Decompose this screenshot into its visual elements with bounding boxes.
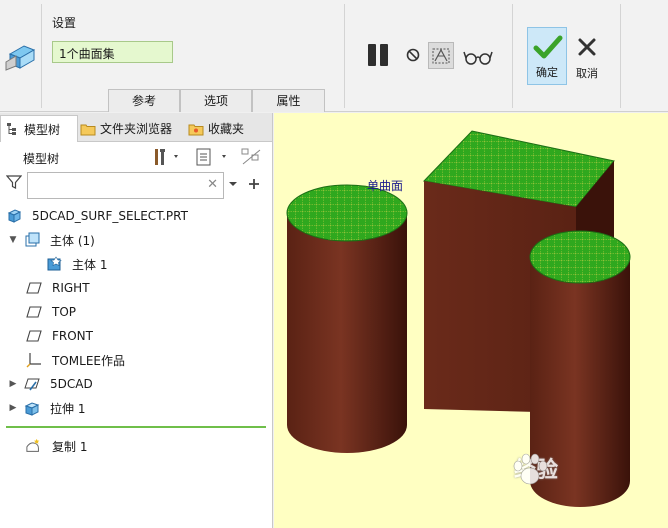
tree-item-right-plane[interactable]: RIGHT (26, 277, 90, 299)
tree-item-part[interactable]: 5DCAD_SURF_SELECT.PRT (6, 205, 188, 227)
part-icon (6, 208, 22, 224)
sketch-icon (24, 376, 40, 392)
cancel-label: 取消 (576, 67, 598, 80)
show-dropdown[interactable] (194, 147, 230, 167)
feature-preview-button[interactable] (462, 46, 494, 68)
checkmark-icon (533, 35, 563, 59)
tab-favorites[interactable]: 收藏夹 (188, 115, 268, 142)
watermark: 经验 (510, 452, 558, 485)
tree-item-label: 拉伸 1 (50, 401, 86, 416)
expand-arrow-icon[interactable]: ▶ (8, 403, 18, 413)
feature-dashboard: 设置 1个曲面集 参考 选项 属性 确定 取消 (0, 0, 668, 112)
graphics-window[interactable]: 单曲面 经验 (274, 113, 668, 528)
expand-arrow-icon[interactable]: ▼ (8, 235, 18, 245)
favorites-folder-icon (188, 122, 204, 136)
close-icon (578, 38, 596, 56)
folder-icon (80, 122, 96, 136)
body-folder-icon (24, 232, 40, 248)
model-tree-header: 模型树 (23, 152, 60, 166)
cancel-button[interactable]: 取消 (569, 27, 605, 85)
tree-item-top-plane[interactable]: TOP (26, 301, 76, 323)
ok-label: 确定 (536, 66, 558, 79)
tree-item-front-plane[interactable]: FRONT (26, 325, 93, 347)
tree-item-label: 主体 (1) (50, 233, 95, 248)
add-filter-button[interactable] (247, 177, 261, 191)
model-tree-search: ✕ (27, 172, 224, 199)
datum-plane-icon (26, 328, 42, 344)
navigator-tabs: 模型树 文件夹浏览器 收藏夹 (0, 113, 272, 142)
insert-indicator[interactable] (6, 426, 266, 428)
app-window: 设置 1个曲面集 参考 选项 属性 确定 取消 模型树 文件夹浏览器 收藏夹 模… (0, 0, 668, 528)
copy-surface-icon (26, 438, 42, 454)
tools-icon (155, 149, 178, 165)
tree-item-body-1[interactable]: 主体 1 (46, 253, 107, 275)
navigator-panel: 模型树 文件夹浏览器 收藏夹 模型树 ✕ 5DCAD_SURF_SELECT.P… (0, 113, 273, 528)
tree-item-label: RIGHT (52, 281, 90, 295)
divider (512, 4, 513, 108)
tab-model-tree[interactable]: 模型树 (0, 115, 78, 142)
model-viewport[interactable] (274, 113, 668, 528)
ok-button[interactable]: 确定 (527, 27, 567, 85)
highlight-toggle[interactable] (240, 147, 262, 167)
tab-options[interactable]: 选项 (180, 89, 252, 112)
plus-icon (249, 179, 259, 189)
tree-item-label: TOMLEE作品 (52, 353, 125, 368)
extrude-icon (24, 400, 40, 416)
single-surface-label: 单曲面 (367, 179, 404, 193)
model-tree-icon (6, 122, 20, 136)
left-cylinder-solid[interactable] (286, 184, 408, 453)
tab-properties[interactable]: 属性 (252, 89, 325, 112)
tab-model-tree-label: 模型树 (24, 122, 61, 137)
tree-item-sketch[interactable]: ▶ 5DCAD (8, 373, 93, 395)
tree-item-label: 主体 1 (72, 257, 108, 272)
datum-plane-icon (26, 304, 42, 320)
no-preview-icon (406, 48, 420, 62)
tab-folder-browser[interactable]: 文件夹浏览器 (80, 115, 184, 142)
tree-item-coord-system[interactable]: TOMLEE作品 (26, 349, 125, 371)
divider (41, 4, 42, 108)
tree-item-bodies[interactable]: ▼ 主体 (1) (8, 229, 95, 251)
tree-item-extrude[interactable]: ▶ 拉伸 1 (8, 397, 85, 419)
settings-label: 设置 (52, 16, 77, 30)
copy-surface-feature-icon (4, 40, 36, 72)
surface-set-collector[interactable]: 1个曲面集 (52, 41, 173, 63)
preview-geometry-icon (432, 48, 450, 63)
chevron-down-icon (229, 182, 237, 186)
search-options-dropdown[interactable] (228, 179, 238, 189)
pause-bar-icon (380, 44, 388, 66)
pause-bar-icon (368, 44, 376, 66)
verify-preview-button[interactable] (428, 42, 454, 69)
tree-item-copy[interactable]: 复制 1 (26, 435, 87, 457)
highlight-off-icon (241, 148, 261, 165)
filter-button[interactable] (6, 174, 22, 190)
tree-item-label: FRONT (52, 329, 93, 343)
filter-icon (6, 175, 22, 189)
list-icon (196, 148, 226, 166)
coord-system-icon (26, 352, 42, 368)
glasses-icon (463, 51, 493, 65)
no-preview-button[interactable] (404, 46, 422, 64)
tab-references[interactable]: 参考 (108, 89, 180, 112)
datum-plane-icon (26, 280, 42, 296)
settings-dropdown[interactable] (152, 147, 182, 167)
body-icon (46, 256, 62, 272)
divider (620, 4, 621, 108)
clear-search-icon[interactable]: ✕ (207, 177, 218, 192)
divider (344, 4, 345, 108)
paw-watermark-icon (513, 453, 548, 485)
expand-arrow-icon[interactable]: ▶ (8, 379, 18, 389)
tree-item-label: TOP (52, 305, 77, 319)
tree-item-label: 复制 1 (52, 439, 88, 454)
tab-favorites-label: 收藏夹 (208, 122, 245, 136)
search-input[interactable] (28, 173, 203, 198)
pause-button[interactable] (364, 42, 392, 68)
tree-item-label: 5DCAD (50, 377, 93, 391)
tab-folder-browser-label: 文件夹浏览器 (100, 122, 173, 136)
tree-item-label: 5DCAD_SURF_SELECT.PRT (32, 209, 188, 223)
